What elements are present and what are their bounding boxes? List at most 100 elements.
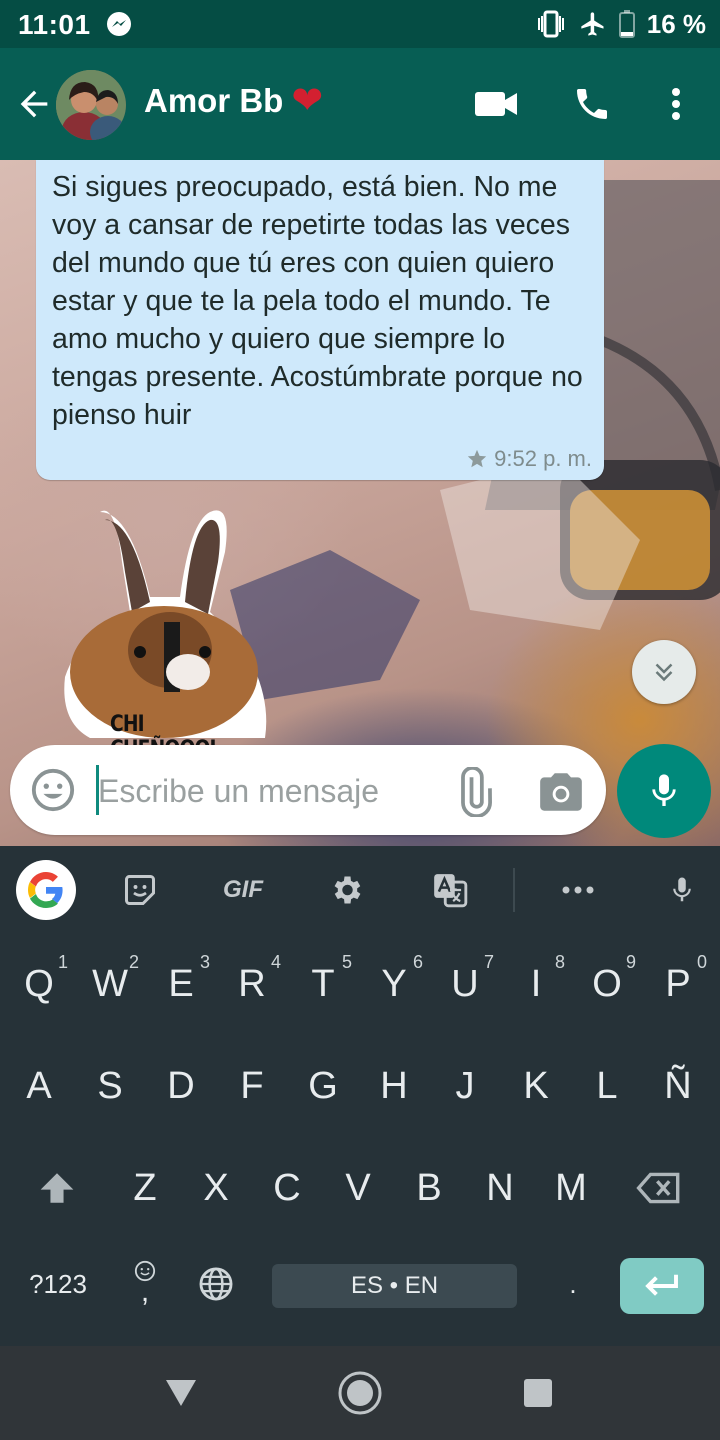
microphone-icon [673,877,691,902]
emoji-comma-key[interactable]: , [110,1234,180,1334]
keyboard-keys: Q1 W2 E3 R4 T5 Y6 U7 I8 O9 P0 A S D F G … [0,934,720,1346]
recents-square-icon [524,1379,552,1407]
sticker-icon [125,875,155,905]
gear-icon [334,876,361,904]
message-time: 9:52 p. m. [494,446,592,471]
message-composer [10,745,606,835]
enter-arrow-icon [645,1274,678,1296]
toolbar-divider [513,868,515,912]
contact-name[interactable]: Amor Bb ❤ [144,82,323,120]
key-r[interactable]: R4 [217,934,287,1034]
key-t[interactable]: T5 [288,934,358,1034]
camera-icon[interactable] [536,767,586,817]
clock: 11:01 [18,9,91,40]
key-p[interactable]: P0 [643,934,713,1034]
emoji-icon[interactable] [30,767,76,813]
airplane-mode-icon [581,12,604,36]
message-meta: 9:52 p. m. [466,446,592,472]
heart-emoji: ❤ [291,80,324,122]
key-l[interactable]: L [572,1036,642,1136]
bunny-image [64,510,267,738]
message-bubble[interactable]: Si sigues preocupado, está bien. No me v… [36,160,604,480]
contact-avatar[interactable] [56,70,126,140]
key-c[interactable]: C [252,1138,322,1238]
comma-label: , [140,1275,150,1308]
keyboard-toolbar: GIF [0,846,720,934]
backspace-icon [636,1172,680,1204]
key-a[interactable]: A [4,1036,74,1136]
key-enye[interactable]: Ñ [643,1036,713,1136]
star-icon [467,449,487,468]
key-v[interactable]: V [323,1138,393,1238]
recents-button[interactable] [513,1368,563,1418]
key-i[interactable]: I8 [501,934,571,1034]
avatar-photo [56,70,126,140]
status-icons: 16 % [535,8,706,40]
space-bar[interactable]: ES • EN [272,1264,517,1308]
key-e[interactable]: E3 [146,934,216,1034]
shift-key[interactable] [22,1138,92,1238]
phone-call-button[interactable] [568,82,616,126]
key-u[interactable]: U7 [430,934,500,1034]
voice-message-button[interactable] [617,744,711,838]
double-chevron-down-icon [655,663,673,682]
video-call-button[interactable] [472,82,520,126]
key-o[interactable]: O9 [572,934,642,1034]
more-horiz-icon [562,886,594,894]
symbols-key[interactable]: ?123 [16,1234,100,1334]
key-w[interactable]: W2 [75,934,145,1034]
message-input[interactable] [96,763,430,819]
key-j[interactable]: J [430,1036,500,1136]
video-call-icon [475,92,517,116]
system-navigation-bar [0,1346,720,1440]
key-row-4: ?123 , ES • EN . [0,1234,720,1334]
key-z[interactable]: Z [110,1138,180,1238]
home-button[interactable] [335,1368,385,1418]
more-vert-icon [672,88,680,120]
scroll-to-bottom-button[interactable] [632,640,696,704]
phone-call-icon [577,89,607,119]
key-row-2: A S D F G H J K L Ñ [0,1036,720,1136]
enter-key[interactable] [620,1258,704,1314]
settings-button[interactable] [324,866,368,914]
google-search-button[interactable] [16,860,76,920]
sticker-button[interactable] [118,866,162,914]
contact-name-text: Amor Bb [144,82,284,119]
key-h[interactable]: H [359,1036,429,1136]
messenger-icon [107,12,131,36]
key-f[interactable]: F [217,1036,287,1136]
gif-button[interactable]: GIF [214,866,272,914]
more-keyboard-options-button[interactable] [556,866,600,914]
back-button[interactable] [156,1368,206,1418]
back-triangle-icon [166,1380,196,1406]
key-g[interactable]: G [288,1036,358,1136]
translate-icon [434,874,468,908]
message-text: Si sigues preocupado, está bien. No me v… [52,171,583,431]
key-s[interactable]: S [75,1036,145,1136]
back-arrow-icon[interactable] [14,84,54,124]
language-key[interactable] [181,1234,251,1334]
translate-button[interactable] [428,866,472,914]
shift-icon [40,1173,74,1203]
key-x[interactable]: X [181,1138,251,1238]
key-k[interactable]: K [501,1036,571,1136]
key-b[interactable]: B [394,1138,464,1238]
key-m[interactable]: M [536,1138,606,1238]
more-options-button[interactable] [652,82,700,126]
battery-percent: 16 % [646,8,706,39]
period-key[interactable]: . [538,1234,608,1334]
key-d[interactable]: D [146,1036,216,1136]
vibrate-icon [537,10,564,38]
bunny-sticker[interactable]: CHI CHEÑOOOL [60,502,270,762]
home-circle-icon [338,1371,382,1415]
key-q[interactable]: Q1 [4,934,74,1034]
backspace-key[interactable] [624,1138,694,1238]
key-y[interactable]: Y6 [359,934,429,1034]
chat-area[interactable]: Si sigues preocupado, está bien. No me v… [0,160,720,846]
attachment-icon[interactable] [448,767,498,817]
key-n[interactable]: N [465,1138,535,1238]
battery-icon [618,10,635,38]
on-screen-keyboard: GIF Q1 W 2 E 3 R 4 T 5 Y 6 U 7 I 8 O 9 P… [0,846,720,1346]
voice-typing-button[interactable] [660,866,704,914]
microphone-icon [652,774,676,806]
